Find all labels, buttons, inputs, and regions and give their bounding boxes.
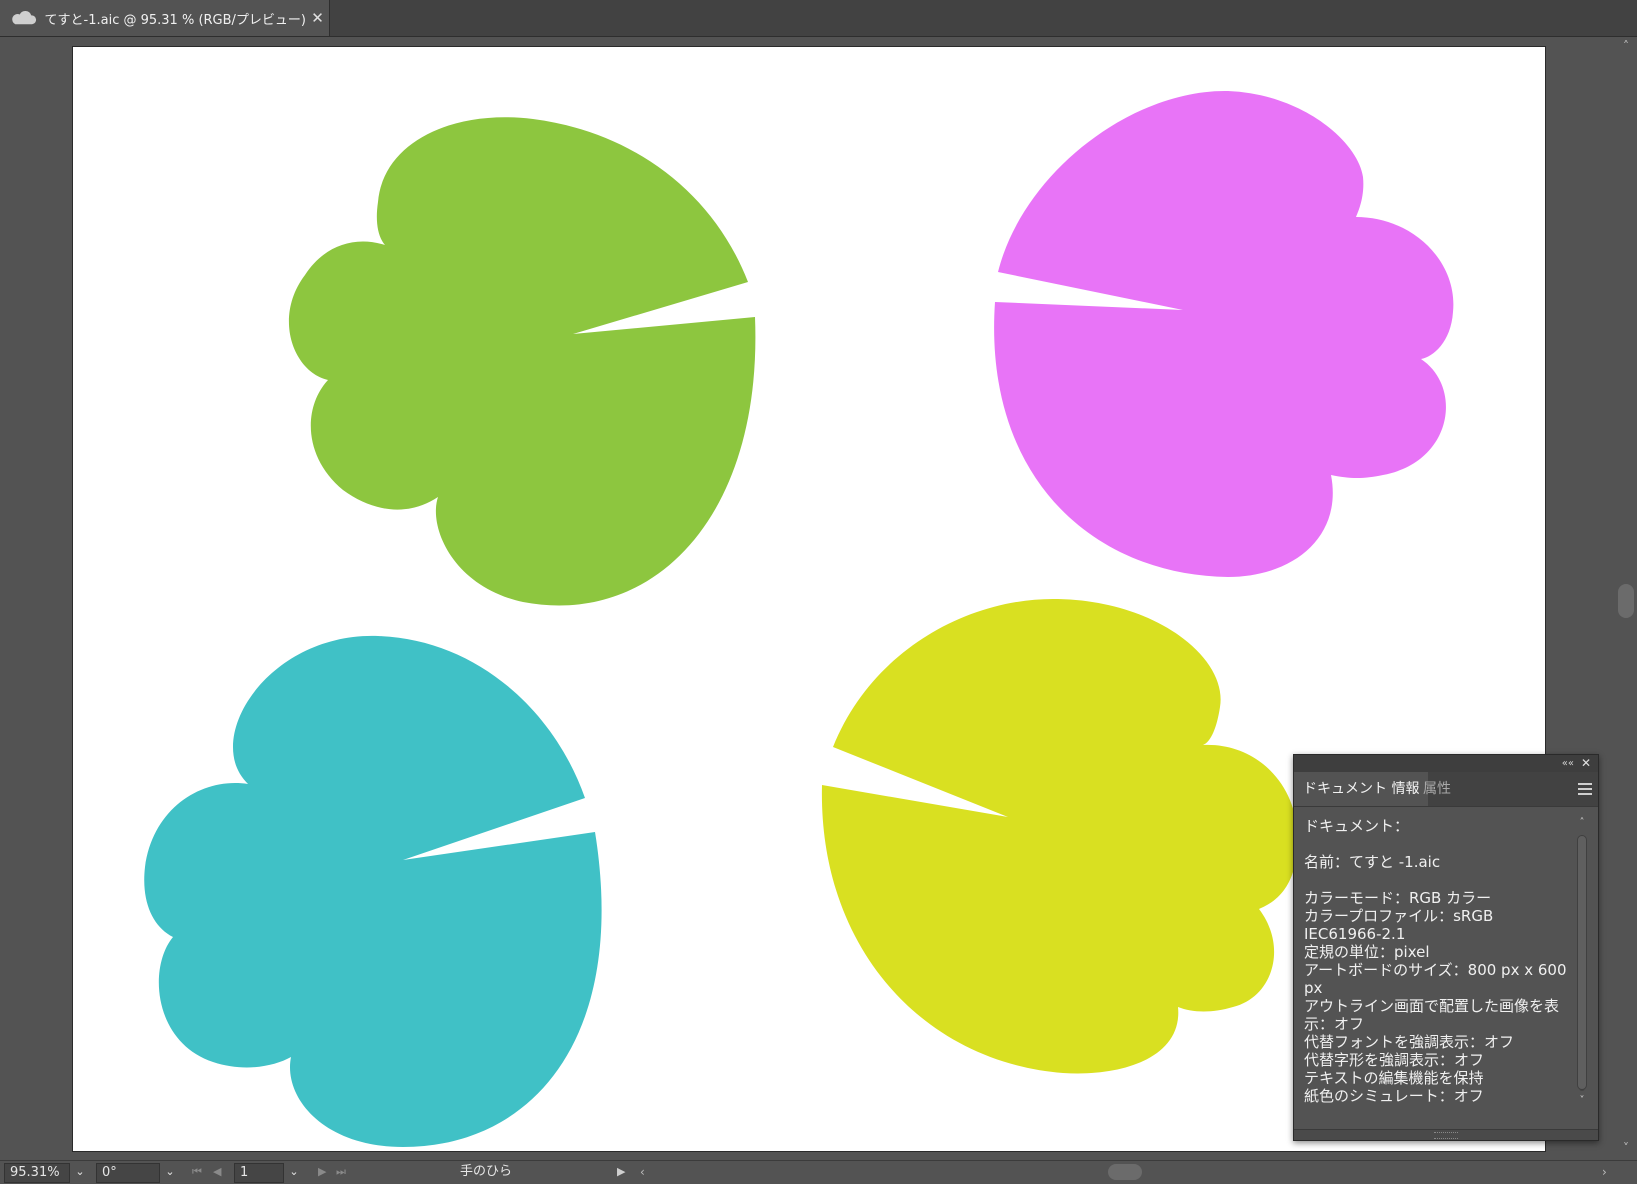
status-menu-arrow-icon[interactable]: ▶ (617, 1163, 625, 1181)
info-line-gap (1304, 871, 1569, 889)
info-line-gap (1304, 835, 1569, 853)
first-artboard-icon[interactable]: ⏮ (192, 1163, 202, 1181)
info-line-paper-color: 紙色のシミュレート：オフ (1304, 1087, 1484, 1105)
scroll-up-icon[interactable]: ˄ (1615, 39, 1637, 53)
close-panel-icon[interactable]: ✕ (1581, 755, 1591, 772)
artboard-dropdown-icon[interactable]: ⌄ (284, 1163, 304, 1183)
artboard-number-field[interactable]: 1 (234, 1163, 284, 1183)
last-artboard-icon[interactable]: ⏭ (336, 1163, 346, 1181)
resize-grip-icon (1434, 1132, 1458, 1139)
info-line-highlight-glyphs: 代替字形を強調表示：オフ (1304, 1051, 1485, 1069)
next-artboard-icon[interactable]: ▶ (318, 1163, 326, 1181)
info-line-artboard-size: アートボードのサイズ：800 px x 600 px (1304, 961, 1567, 997)
document-tab-bar: てすと-1.aic @ 95.31 % (RGB/プレビュー) ✕ (0, 0, 1637, 37)
rotation-field[interactable]: 0° (96, 1163, 160, 1183)
rotation-dropdown-icon[interactable]: ⌄ (160, 1163, 180, 1183)
vertical-scroll-thumb[interactable] (1618, 584, 1634, 618)
document-info-panel: «« ✕ ドキュメント 情報 属性 ドキュメント： 名前：てすと -1.aic … (1293, 754, 1599, 1141)
horizontal-scroll-thumb[interactable] (1108, 1164, 1142, 1180)
info-line-color-profile: カラープロファイル：sRGB IEC61966-2.1 (1304, 907, 1494, 943)
status-bar: 95.31% ⌄ 0° ⌄ ⏮ ◀ 1 ⌄ ▶ ⏭ 手のひら ▶ ‹ › (0, 1160, 1637, 1184)
panel-scroll-down-icon[interactable]: ˅ (1574, 1095, 1590, 1106)
collapse-panel-icon[interactable]: «« (1562, 755, 1574, 772)
info-line-preserve-text: テキストの編集機能を保持 (1304, 1069, 1484, 1087)
panel-menu-icon[interactable] (1578, 780, 1592, 798)
previous-artboard-icon[interactable]: ◀ (213, 1163, 221, 1181)
panel-resize-handle[interactable] (1294, 1129, 1598, 1140)
tab-attributes[interactable]: 属性 (1414, 772, 1460, 806)
tab-document-info[interactable]: ドキュメント 情報 (1294, 772, 1429, 806)
magenta-leaf[interactable] (994, 90, 1454, 577)
close-tab-icon[interactable]: ✕ (306, 9, 329, 27)
info-line-highlight-fonts: 代替フォントを強調表示：オフ (1304, 1033, 1515, 1051)
current-tool-label: 手のひら (460, 1164, 513, 1179)
info-line-ruler-units: 定規の単位：pixel (1304, 943, 1430, 961)
panel-scrollbar[interactable]: ˄ ˅ (1574, 817, 1590, 1113)
info-line-name: 名前：てすと -1.aic (1304, 853, 1441, 871)
panel-scroll-thumb[interactable] (1577, 835, 1587, 1090)
vertical-scrollbar[interactable]: ˄ ˅ (1615, 37, 1637, 1160)
yellow-leaf[interactable] (821, 598, 1298, 1074)
info-line-color-mode: カラーモード：RGB カラー (1304, 889, 1492, 907)
scroll-right-icon[interactable]: › (1602, 1163, 1607, 1181)
panel-title-bar[interactable]: «« ✕ (1294, 755, 1598, 772)
horizontal-scrollbar[interactable]: ‹ › (636, 1161, 1616, 1184)
zoom-dropdown-icon[interactable]: ⌄ (70, 1163, 90, 1183)
scroll-left-icon[interactable]: ‹ (640, 1163, 645, 1181)
zoom-field[interactable]: 95.31% (4, 1163, 70, 1183)
panel-tabs: ドキュメント 情報 属性 (1294, 772, 1598, 807)
scroll-down-icon[interactable]: ˅ (1615, 1141, 1637, 1155)
panel-scroll-up-icon[interactable]: ˄ (1574, 817, 1590, 828)
cloud-icon (12, 10, 37, 25)
document-tab-title: てすと-1.aic @ 95.31 % (RGB/プレビュー) (44, 12, 306, 28)
teal-leaf[interactable] (144, 635, 602, 1147)
info-line-outline-images: アウトライン画面で配置した画像を表示：オフ (1304, 997, 1560, 1033)
document-tab[interactable]: てすと-1.aic @ 95.31 % (RGB/プレビュー) ✕ (0, 0, 330, 36)
document-info-content: ドキュメント： 名前：てすと -1.aic カラーモード：RGB カラー カラー… (1304, 817, 1569, 1113)
green-leaf[interactable] (288, 117, 756, 606)
info-line-heading: ドキュメント： (1304, 817, 1410, 835)
